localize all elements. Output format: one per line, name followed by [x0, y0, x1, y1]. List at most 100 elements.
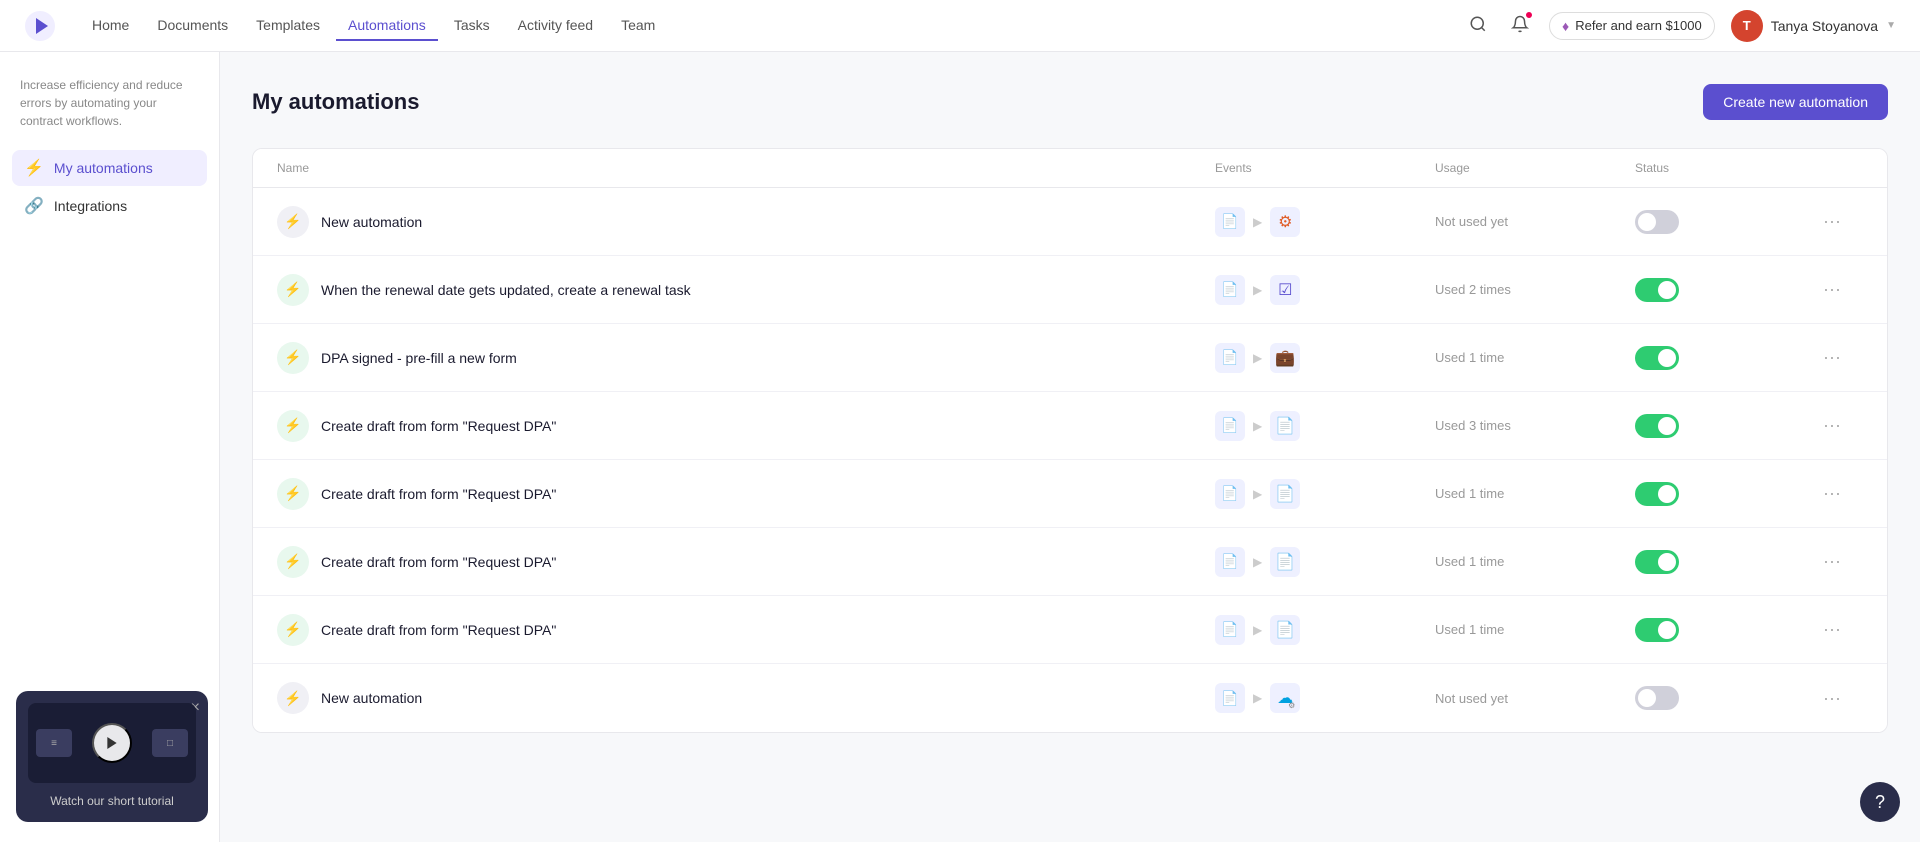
- target-icon: ⚙: [1270, 207, 1300, 237]
- events-cell: 📄 ▶ ☑: [1215, 275, 1435, 305]
- row-name-cell: ⚡ Create draft from form "Request DPA": [277, 478, 1215, 510]
- trigger-icon: 📄: [1215, 479, 1245, 509]
- doc-trigger-icon: 📄: [1221, 417, 1238, 434]
- toggle-knob: [1658, 485, 1676, 503]
- tutorial-preview: ≡ □: [28, 703, 196, 783]
- trigger-icon: 📄: [1215, 207, 1245, 237]
- table-row: ⚡ When the renewal date gets updated, cr…: [253, 256, 1887, 324]
- arrow-icon: ▶: [1253, 487, 1262, 501]
- usage-cell: Used 2 times: [1435, 282, 1635, 297]
- topnav-right: ♦ Refer and earn $1000 T Tanya Stoyanova…: [1465, 10, 1896, 42]
- auto-icon: ⚡: [277, 614, 309, 646]
- lightning-icon: ⚡: [284, 213, 301, 230]
- more-actions-cell: ···: [1815, 207, 1863, 236]
- arrow-icon: ▶: [1253, 691, 1262, 705]
- table-row: ⚡ Create draft from form "Request DPA" 📄…: [253, 460, 1887, 528]
- nav-automations[interactable]: Automations: [336, 11, 438, 41]
- events-cell: 📄 ▶ ⚙: [1215, 207, 1435, 237]
- auto-name: Create draft from form "Request DPA": [321, 418, 556, 434]
- target-icon: 📄: [1270, 547, 1300, 577]
- more-actions-cell: ···: [1815, 411, 1863, 440]
- lightning-icon: ⚡: [284, 349, 301, 366]
- auto-name: When the renewal date gets updated, crea…: [321, 282, 691, 298]
- status-toggle[interactable]: [1635, 346, 1679, 370]
- salesforce-icon: ☁⚙: [1277, 688, 1293, 708]
- auto-icon: ⚡: [277, 274, 309, 306]
- toggle-knob: [1638, 213, 1656, 231]
- target-icon: 💼: [1270, 343, 1300, 373]
- nav-team[interactable]: Team: [609, 11, 667, 41]
- nav-tasks[interactable]: Tasks: [442, 11, 502, 41]
- nav-templates[interactable]: Templates: [244, 11, 332, 41]
- nav-documents[interactable]: Documents: [145, 11, 240, 41]
- more-actions-button[interactable]: ···: [1815, 684, 1849, 713]
- col-status: Status: [1635, 161, 1815, 175]
- checkbox-icon: ☑: [1278, 280, 1292, 300]
- row-name-cell: ⚡ DPA signed - pre-fill a new form: [277, 342, 1215, 374]
- row-name-cell: ⚡ Create draft from form "Request DPA": [277, 410, 1215, 442]
- doc-trigger-icon: 📄: [1221, 690, 1238, 707]
- lightning-icon: ⚡: [284, 417, 301, 434]
- more-actions-button[interactable]: ···: [1815, 547, 1849, 576]
- status-toggle-wrap: [1635, 346, 1815, 370]
- usage-cell: Used 3 times: [1435, 418, 1635, 433]
- row-name-cell: ⚡ New automation: [277, 682, 1215, 714]
- help-button[interactable]: ?: [1860, 782, 1900, 822]
- tutorial-play-button[interactable]: [92, 723, 132, 763]
- status-toggle[interactable]: [1635, 618, 1679, 642]
- table-row: ⚡ Create draft from form "Request DPA" 📄…: [253, 596, 1887, 664]
- more-actions-button[interactable]: ···: [1815, 411, 1849, 440]
- more-actions-button[interactable]: ···: [1815, 207, 1849, 236]
- more-actions-button[interactable]: ···: [1815, 479, 1849, 508]
- status-toggle[interactable]: [1635, 210, 1679, 234]
- target-icon: ☑: [1270, 275, 1300, 305]
- logo[interactable]: [24, 10, 56, 42]
- sidebar-item-integrations[interactable]: 🔗 Integrations: [12, 188, 207, 224]
- doc-icon: 📄: [1275, 552, 1295, 572]
- toggle-knob: [1658, 281, 1676, 299]
- status-toggle[interactable]: [1635, 686, 1679, 710]
- nav-home[interactable]: Home: [80, 11, 141, 41]
- sidebar-item-my-automations[interactable]: ⚡ My automations: [12, 150, 207, 186]
- notifications-button[interactable]: [1507, 11, 1533, 40]
- trigger-icon: 📄: [1215, 547, 1245, 577]
- table-row: ⚡ New automation 📄 ▶ ⚙ Not used yet ···: [253, 188, 1887, 256]
- auto-icon: ⚡: [277, 546, 309, 578]
- lightning-icon: ⚡: [284, 621, 301, 638]
- auto-name: Create draft from form "Request DPA": [321, 622, 556, 638]
- search-button[interactable]: [1465, 11, 1491, 40]
- status-toggle[interactable]: [1635, 482, 1679, 506]
- events-cell: 📄 ▶ 💼: [1215, 343, 1435, 373]
- avatar: T: [1731, 10, 1763, 42]
- nav-activity-feed[interactable]: Activity feed: [506, 11, 605, 41]
- layout: Increase efficiency and reduce errors by…: [0, 52, 1920, 842]
- refer-button[interactable]: ♦ Refer and earn $1000: [1549, 12, 1715, 40]
- chevron-down-icon: ▼: [1886, 20, 1896, 31]
- doc-icon: 📄: [1275, 416, 1295, 436]
- status-toggle[interactable]: [1635, 550, 1679, 574]
- auto-icon: ⚡: [277, 206, 309, 238]
- more-actions-button[interactable]: ···: [1815, 615, 1849, 644]
- col-usage: Usage: [1435, 161, 1635, 175]
- doc-icon: 📄: [1275, 620, 1295, 640]
- hubspot-icon: ⚙: [1278, 212, 1292, 232]
- automations-table: Name Events Usage Status ⚡ New automatio…: [252, 148, 1888, 733]
- user-menu-button[interactable]: T Tanya Stoyanova ▼: [1731, 10, 1896, 42]
- toggle-knob: [1658, 553, 1676, 571]
- doc-trigger-icon: 📄: [1221, 621, 1238, 638]
- arrow-icon: ▶: [1253, 555, 1262, 569]
- col-events: Events: [1215, 161, 1435, 175]
- create-automation-button[interactable]: Create new automation: [1703, 84, 1888, 120]
- status-toggle-wrap: [1635, 482, 1815, 506]
- doc-trigger-icon: 📄: [1221, 485, 1238, 502]
- doc-trigger-icon: 📄: [1221, 281, 1238, 298]
- row-name-cell: ⚡ Create draft from form "Request DPA": [277, 614, 1215, 646]
- usage-cell: Not used yet: [1435, 214, 1635, 229]
- lightning-icon: ⚡: [284, 690, 301, 707]
- more-actions-cell: ···: [1815, 615, 1863, 644]
- more-actions-button[interactable]: ···: [1815, 343, 1849, 372]
- more-actions-button[interactable]: ···: [1815, 275, 1849, 304]
- status-toggle[interactable]: [1635, 414, 1679, 438]
- arrow-icon: ▶: [1253, 351, 1262, 365]
- status-toggle[interactable]: [1635, 278, 1679, 302]
